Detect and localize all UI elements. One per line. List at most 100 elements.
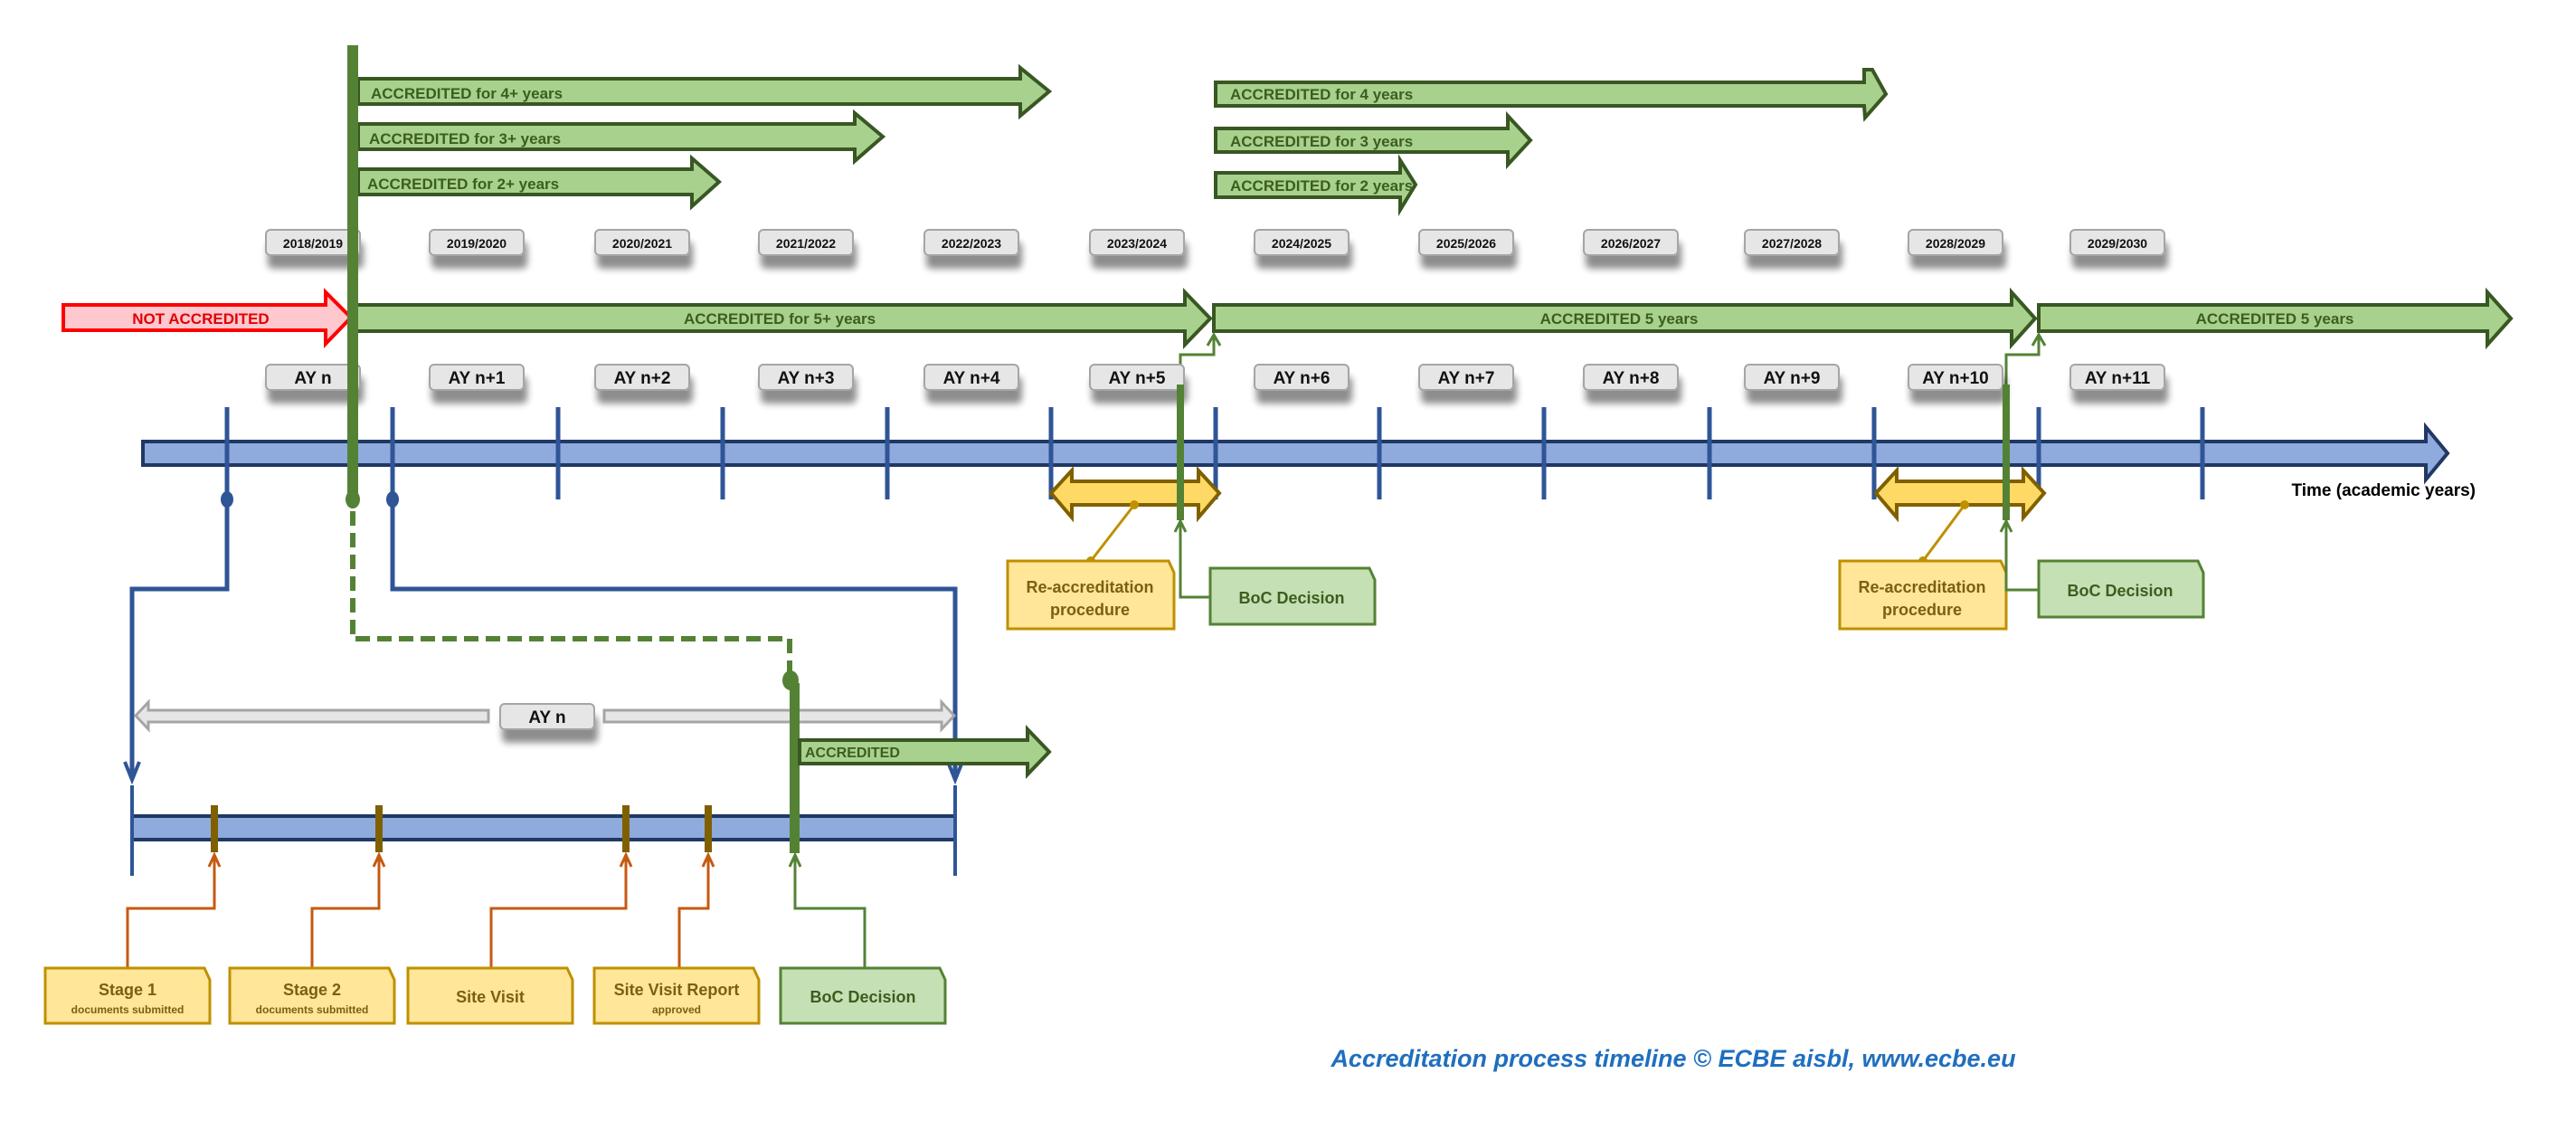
decision-connector [1179, 522, 1210, 599]
milestone-note: Stage 2 documents submitted [228, 851, 396, 1025]
ay-label: AY n+3 [778, 369, 835, 388]
year-label: 2021/2022 [776, 236, 836, 251]
year-label: 2029/2030 [2088, 236, 2147, 251]
year-label: 2026/2027 [1601, 236, 1661, 251]
detail-decision-marker [790, 683, 800, 853]
ay-span-arrow: AY n [133, 698, 957, 733]
milestone-title: Stage 2 [283, 981, 341, 999]
milestone-tick [375, 805, 383, 852]
year-label: 2027/2028 [1762, 236, 1822, 251]
arrow-accredited-3: ACCREDITED for 3 years [1214, 110, 1533, 170]
ay-label: AY n [294, 369, 331, 388]
milestone-title: BoC Decision [810, 988, 915, 1006]
accredited-5-arrow-second: ACCREDITED 5 years [1212, 287, 2038, 350]
ay-label: AY n+10 [1922, 369, 1988, 388]
milestone-tick [622, 805, 630, 852]
milestone-title: Site Visit Report [614, 981, 740, 999]
procedure-connector-dot [1130, 500, 1139, 509]
ay-label: AY n+6 [1274, 369, 1331, 388]
arrow-accredited-2: ACCREDITED for 2 years [1214, 154, 1418, 217]
ay-box: AY n+8 [1583, 364, 1679, 391]
milestone-title: Stage 1 [99, 981, 156, 999]
milestone-connector [126, 857, 216, 968]
year-label: 2024/2025 [1272, 236, 1331, 251]
note-line-2: procedure [1882, 601, 1962, 619]
ay-label: AY n+4 [943, 369, 1000, 388]
timeline-axis-label: Time (academic years) [2292, 481, 2477, 500]
milestone-note: Site Visit Report approved [592, 851, 761, 1025]
year-label: 2018/2019 [283, 236, 343, 251]
ay-label: AY n+7 [1438, 369, 1495, 388]
milestone-connector [489, 857, 628, 968]
ay-box: AY n+1 [429, 364, 525, 391]
ay-box: AY n [265, 364, 361, 391]
reaccreditation-notes-1: Re-accreditation procedure BoC Decision [1006, 500, 1377, 631]
ay-box: AY n+6 [1254, 364, 1350, 391]
detail-timeline-bar [130, 814, 957, 841]
ay-box: AY n+4 [923, 364, 1019, 391]
detail-connectors [123, 491, 964, 785]
arrow-label: ACCREDITED for 3 years [1230, 133, 1413, 150]
academic-year-box: 2019/2020 [429, 229, 525, 256]
timeline-axis-arrow [141, 422, 2450, 485]
accredited-5-arrow-third: ACCREDITED 5 years [2037, 287, 2514, 350]
year-label: 2025/2026 [1436, 236, 1496, 251]
ay-label-row: AY n AY n+1 AY n+2 AY n+3 AY n+4 AY n+5 AY n+6… [265, 364, 2165, 391]
ay-label: AY n+1 [449, 369, 506, 388]
span-label: AY n [528, 708, 565, 727]
arrow-label: ACCREDITED 5 years [1540, 310, 1699, 328]
arrow-accredited-4: ACCREDITED for 4 years [1214, 68, 1889, 122]
accreditation-timeline-diagram: ACCREDITED for 4+ years ACCREDITED for 3… [43, 45, 2514, 1025]
arrow-label: ACCREDITED for 5+ years [684, 310, 876, 328]
year-label: 2022/2023 [942, 236, 1001, 251]
ay-label: AY n+9 [1764, 369, 1821, 388]
decision-zoom-connector [350, 511, 792, 680]
milestone-connector [310, 857, 381, 968]
arrow-label: ACCREDITED for 4 years [1230, 86, 1413, 103]
figure-caption: Accreditation process timeline © ECBE ai… [1331, 1045, 2016, 1072]
academic-year-box: 2022/2023 [923, 229, 1019, 256]
arrow-label: ACCREDITED for 4+ years [371, 85, 563, 102]
academic-year-box: 2026/2027 [1583, 229, 1679, 256]
arrow-accredited-3plus: ACCREDITED for 3+ years [356, 109, 886, 166]
milestone-notes: Stage 1 documents submitted Stage 2 documen… [43, 851, 947, 1025]
ay-box: AY n+7 [1418, 364, 1514, 391]
milestone-subtitle: approved [652, 1003, 701, 1016]
initial-decision-marker [347, 45, 358, 498]
ay-label: AY n+11 [2085, 369, 2151, 388]
ay-box: AY n+5 [1089, 364, 1185, 391]
procedure-connector-dot [1960, 500, 1969, 509]
year-label: 2020/2021 [612, 236, 672, 251]
procedure-connector [1921, 504, 1966, 562]
arrow-label: ACCREDITED for 2+ years [367, 176, 559, 193]
year-label: 2023/2024 [1107, 236, 1167, 251]
reaccreditation-period-1 [1048, 465, 1222, 523]
academic-year-box: 2024/2025 [1254, 229, 1350, 256]
milestone-tick [211, 805, 218, 852]
milestone-note: Stage 1 documents submitted [43, 851, 222, 1025]
reaccreditation-decision-marker [1177, 385, 1184, 520]
note-line-2: procedure [1050, 601, 1130, 619]
arrow-accredited-2plus: ACCREDITED for 2+ years [356, 154, 723, 211]
ay-box: AY n+10 [1908, 364, 2003, 391]
detail-start-connector [129, 499, 230, 778]
milestone-note: BoC Decision [779, 851, 947, 1025]
initial-decision-dot [346, 490, 360, 508]
ay-label: AY n+2 [614, 369, 671, 388]
academic-year-box: 2020/2021 [594, 229, 690, 256]
reaccreditation-decision-marker [2003, 385, 2010, 520]
arrow-label: ACCREDITED for 3+ years [369, 130, 561, 147]
ay-label: AY n+5 [1109, 369, 1166, 388]
arrow-label: ACCREDITED [805, 746, 900, 761]
milestone-connector [677, 857, 710, 968]
milestone-connector [793, 857, 867, 968]
milestone-subtitle: documents submitted [71, 1003, 185, 1016]
academic-year-box: 2018/2019 [265, 229, 361, 256]
academic-year-row: 2018/2019 2019/2020 2020/2021 2021/2022 2022… [265, 229, 2165, 256]
top-right-arrows: ACCREDITED for 4 years ACCREDITED for 3 … [1214, 68, 1889, 217]
reaccreditation-span-arrow [1048, 465, 1222, 523]
academic-year-box: 2021/2022 [758, 229, 854, 256]
boc-decision-label: BoC Decision [1238, 589, 1344, 607]
academic-year-box: 2025/2026 [1418, 229, 1514, 256]
note-line-1: Re-accreditation [1858, 578, 1985, 596]
